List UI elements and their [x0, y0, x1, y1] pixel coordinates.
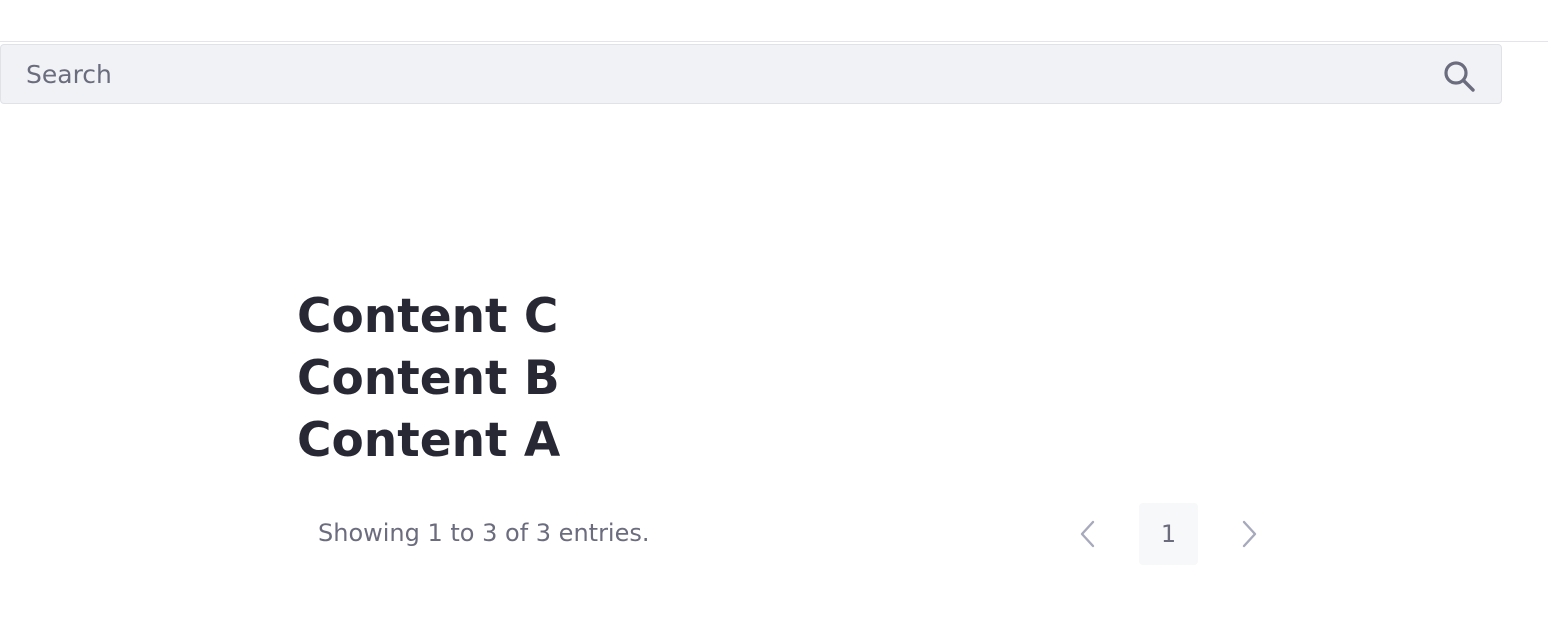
- chevron-right-icon[interactable]: [1231, 514, 1269, 554]
- search-icon[interactable]: [1442, 59, 1476, 93]
- search-bar: [0, 44, 1502, 104]
- content-title-link[interactable]: Content B: [297, 348, 560, 410]
- pagination-page-button[interactable]: 1: [1139, 503, 1198, 565]
- pagination-summary: Showing 1 to 3 of 3 entries.: [318, 519, 650, 547]
- content-list: Content C Content B Content A: [297, 286, 560, 472]
- top-divider: [0, 41, 1548, 42]
- chevron-left-icon[interactable]: [1069, 514, 1107, 554]
- content-title-link[interactable]: Content C: [297, 286, 560, 348]
- content-title-link[interactable]: Content A: [297, 410, 560, 472]
- search-input[interactable]: [1, 45, 1421, 103]
